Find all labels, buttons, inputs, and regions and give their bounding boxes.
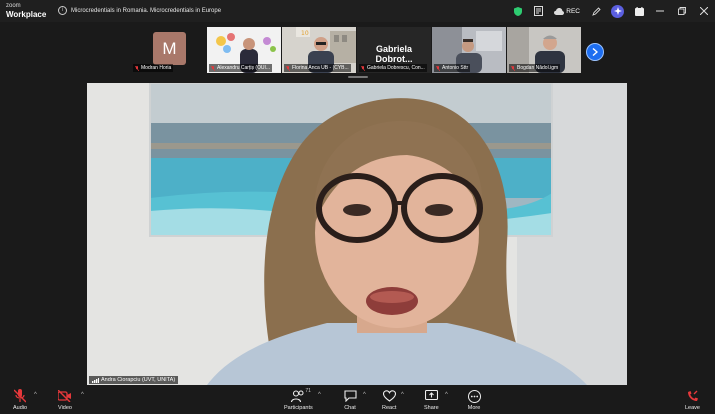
participant-name-text: Bogdan Nădol.igm bbox=[517, 65, 559, 71]
share-screen-icon bbox=[424, 389, 438, 403]
video-label: Video bbox=[58, 405, 72, 411]
chat-icon bbox=[343, 389, 357, 403]
signal-bars-icon bbox=[92, 377, 99, 383]
participants-button[interactable]: 71 Participants bbox=[284, 388, 313, 411]
svg-text:10: 10 bbox=[301, 30, 309, 37]
chat-label: Chat bbox=[344, 405, 356, 411]
meeting-info-button[interactable]: i Microcredentials in Romania. Microcred… bbox=[58, 6, 221, 15]
mic-muted-icon bbox=[361, 65, 365, 71]
restore-button[interactable] bbox=[671, 0, 693, 22]
close-button[interactable] bbox=[693, 0, 715, 22]
mic-muted-icon bbox=[511, 65, 515, 71]
rec-label: REC bbox=[566, 7, 580, 15]
speaker-name-label: Andra Ciorapciu (UVT, UNITA) bbox=[89, 376, 179, 384]
participant-tile[interactable]: M Modran Horia bbox=[131, 27, 205, 73]
participant-name: Antonio Sttr bbox=[434, 64, 471, 72]
apps-icon[interactable] bbox=[634, 6, 644, 16]
participant-tile[interactable]: Antonio Sttr bbox=[432, 27, 506, 73]
speaker-name-text: Andra Ciorapciu (UVT, UNITA) bbox=[101, 377, 176, 383]
mic-muted-icon bbox=[436, 65, 440, 71]
video-button[interactable]: Video bbox=[58, 389, 72, 411]
participant-strip: M Modran Horia Alexandru Carțiș (OUI... … bbox=[0, 27, 715, 75]
participant-tile[interactable]: Bogdan Nădol.igm bbox=[507, 27, 581, 73]
audio-button[interactable]: Audio bbox=[13, 389, 27, 411]
minimize-button[interactable] bbox=[649, 0, 671, 22]
brand-line-1: zoom bbox=[6, 3, 21, 9]
active-speaker-video: Andra Ciorapciu (UVT, UNITA) bbox=[87, 83, 627, 385]
participant-name-text: Gabriela Dobrescu, Con... bbox=[367, 65, 425, 71]
recording-indicator[interactable]: REC bbox=[554, 7, 580, 15]
participant-name: Alexandru Carțiș (OUI... bbox=[209, 64, 273, 72]
participants-count: 71 bbox=[305, 388, 311, 394]
mic-muted-icon bbox=[135, 65, 139, 71]
shield-icon[interactable] bbox=[513, 6, 523, 16]
participant-name: Bogdan Nădol.igm bbox=[509, 64, 561, 72]
more-label: More bbox=[467, 405, 481, 411]
react-button[interactable]: React bbox=[382, 389, 396, 411]
close-icon bbox=[700, 7, 708, 15]
share-button[interactable]: Share bbox=[424, 389, 439, 411]
participants-label: Participants bbox=[284, 405, 313, 411]
minimize-icon bbox=[656, 10, 664, 12]
ai-companion-button[interactable] bbox=[611, 4, 624, 18]
audio-label: Audio bbox=[13, 405, 28, 411]
mic-muted-icon bbox=[286, 65, 290, 71]
react-options-caret[interactable]: ^ bbox=[401, 392, 404, 398]
heart-icon bbox=[382, 389, 396, 403]
participant-name-text: Antonio Sttr bbox=[442, 65, 469, 71]
participant-name: Gabriela Dobrescu, Con... bbox=[359, 64, 427, 72]
share-label: Share bbox=[424, 405, 439, 411]
participant-name-text: Modran Horia bbox=[141, 65, 172, 71]
meeting-toolbar: Audio ^ Video ^ 71 Participants ^ Chat ^… bbox=[0, 386, 715, 414]
avatar: M bbox=[153, 32, 186, 65]
speaker-video-frame bbox=[87, 83, 627, 385]
participants-options-caret[interactable]: ^ bbox=[318, 392, 321, 398]
participant-name-text: Florina Anca UB - (CYB... bbox=[292, 65, 349, 71]
title-bar: zoom Workplace i Microcredentials in Rom… bbox=[0, 0, 715, 22]
pen-icon[interactable] bbox=[591, 6, 601, 16]
leave-phone-icon bbox=[686, 389, 700, 403]
participant-tile[interactable]: 10 Florina Anca UB - (CYB... bbox=[282, 27, 356, 73]
sparkle-icon bbox=[613, 7, 622, 15]
participant-tile[interactable]: Gabriela Dobrot... Gabriela Dobrescu, Co… bbox=[357, 27, 431, 73]
next-page-button[interactable] bbox=[586, 43, 604, 61]
chat-options-caret[interactable]: ^ bbox=[363, 392, 366, 398]
react-label: React bbox=[382, 405, 397, 411]
participant-name: Modran Horia bbox=[133, 64, 174, 72]
leave-button[interactable]: Leave bbox=[685, 389, 700, 411]
chat-button[interactable]: Chat bbox=[343, 389, 357, 411]
restore-icon bbox=[678, 7, 686, 15]
mic-muted-icon bbox=[13, 389, 27, 403]
strip-resize-handle[interactable] bbox=[348, 76, 368, 78]
participants-icon: 71 bbox=[291, 388, 311, 403]
more-button[interactable]: More bbox=[467, 389, 481, 411]
app-logo: zoom Workplace bbox=[6, 2, 46, 19]
participant-tile[interactable]: Alexandru Carțiș (OUI... bbox=[207, 27, 281, 73]
share-options-caret[interactable]: ^ bbox=[445, 392, 448, 398]
audio-options-caret[interactable]: ^ bbox=[34, 392, 37, 398]
chevron-right-icon bbox=[592, 48, 598, 56]
info-icon: i bbox=[58, 6, 67, 15]
more-icon bbox=[467, 389, 481, 403]
participant-name: Florina Anca UB - (CYB... bbox=[284, 64, 351, 72]
cloud-icon bbox=[554, 7, 565, 15]
participant-display-name: Gabriela Dobrot... bbox=[375, 44, 413, 64]
brand-line-2: Workplace bbox=[6, 10, 47, 19]
mic-muted-icon bbox=[211, 65, 215, 71]
notes-icon[interactable] bbox=[533, 6, 543, 16]
leave-label: Leave bbox=[685, 405, 700, 411]
video-off-icon bbox=[58, 389, 72, 403]
participant-name-text: Alexandru Carțiș (OUI... bbox=[217, 65, 271, 71]
meeting-title: Microcredentials in Romania. Microcreden… bbox=[71, 7, 222, 14]
video-options-caret[interactable]: ^ bbox=[81, 392, 84, 398]
